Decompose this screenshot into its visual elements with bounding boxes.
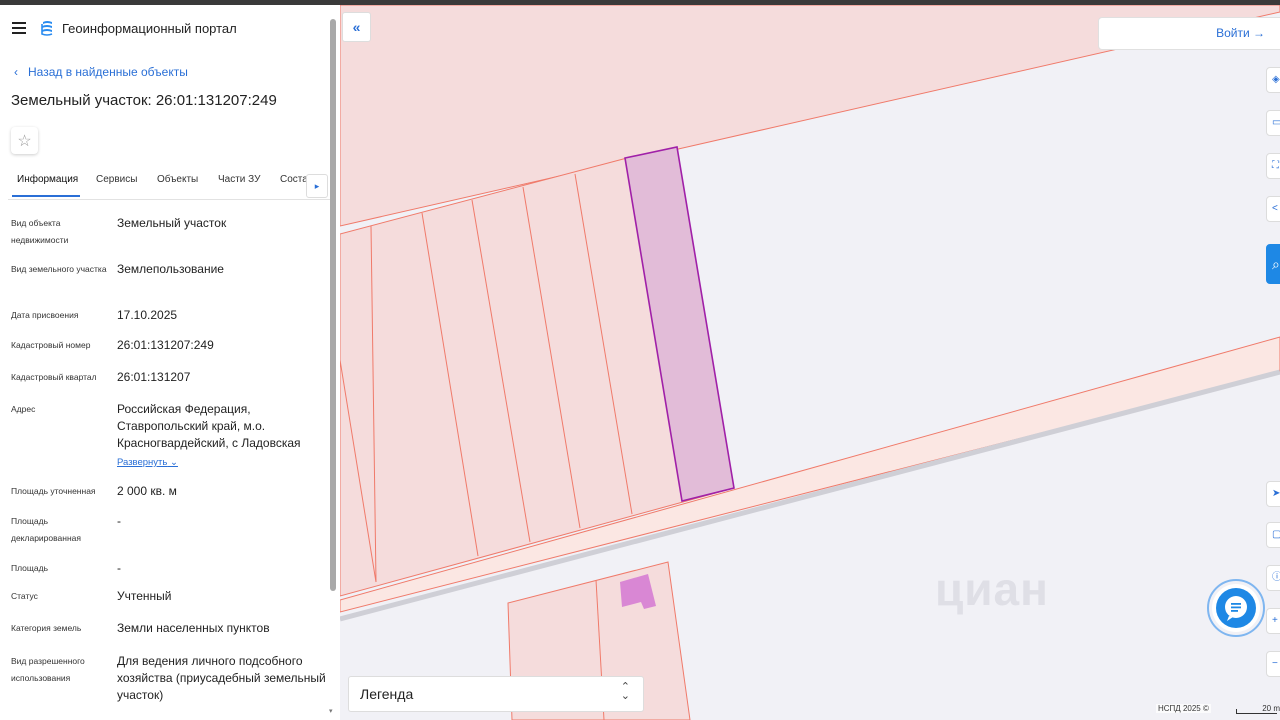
updown-chevron-icon: ⌃ ⌄	[620, 681, 630, 702]
field-label: Площадь уточненная	[11, 486, 96, 496]
field-label: Кадастровый квартал	[11, 372, 97, 382]
login-label: Войти →	[1216, 26, 1265, 40]
field-label: Статус	[11, 591, 38, 601]
field-value: 26:01:131207:249	[117, 338, 214, 352]
cadastral-map	[340, 5, 1280, 720]
map-canvas[interactable]	[340, 5, 1280, 720]
scroll-down-icon[interactable]: ▾	[329, 707, 337, 715]
login-button[interactable]: Войти →	[1098, 17, 1280, 50]
object-title: Земельный участок: 26:01:131207:249	[11, 92, 277, 109]
scale-bar: 20 m	[1236, 704, 1280, 714]
tabs-scroll-right-button[interactable]: ▸	[306, 174, 328, 198]
tab-objects[interactable]: Объекты	[157, 174, 198, 185]
field-label: Площадь	[11, 563, 49, 573]
collapse-panel-button[interactable]: «	[342, 12, 371, 42]
back-link-label: Назад в найденные объекты	[28, 65, 188, 79]
tab-services[interactable]: Сервисы	[96, 174, 137, 185]
search-map-icon[interactable]: ⌕	[1266, 244, 1280, 284]
field-label: Категория земель	[11, 623, 82, 633]
field-label: Адрес	[11, 404, 36, 414]
back-link[interactable]: ‹ Назад в найденные объекты	[14, 65, 188, 79]
field-value: Земельный участок	[117, 216, 227, 230]
field-label: Вид разрешенного использования	[11, 656, 85, 683]
field-label: Вид объекта недвижимости	[11, 218, 69, 245]
field-value: Земли населенных пунктов	[117, 621, 270, 635]
field-value: 26:01:131207	[117, 370, 191, 384]
favorite-star-icon[interactable]: ☆	[11, 127, 38, 154]
legend-label: Легенда	[360, 686, 414, 702]
locate-icon[interactable]: ➤	[1266, 481, 1280, 507]
field-label: Площадь декларированная	[11, 516, 81, 543]
ruler-icon[interactable]: ▭	[1266, 110, 1280, 136]
zoom-in-icon[interactable]: +	[1266, 608, 1280, 634]
info-icon[interactable]: ⓘ	[1266, 565, 1280, 591]
expand-link[interactable]: Развернуть ⌄	[117, 454, 178, 471]
tab-bar: Информация Сервисы Объекты Части ЗУ Сост…	[8, 169, 330, 200]
portal-header: Геоинформационный портал	[12, 18, 237, 38]
portal-title: Геоинформационный портал	[62, 20, 237, 36]
field-label: Кадастровый номер	[11, 340, 91, 350]
field-value-address: Российская Федерация, Ставропольский кра…	[117, 401, 327, 471]
portal-logo-icon	[41, 21, 53, 36]
tab-information[interactable]: Информация	[17, 174, 78, 185]
menu-icon[interactable]	[12, 22, 26, 34]
copyright-label: НСПД 2025 ©	[1156, 704, 1211, 713]
tab-parts[interactable]: Части ЗУ	[218, 174, 260, 185]
address-text: Российская Федерация, Ставропольский кра…	[117, 402, 301, 450]
tab-composition[interactable]: Соста	[280, 174, 308, 185]
legend-dropdown[interactable]: Легенда ⌃ ⌄	[348, 676, 644, 712]
print-icon[interactable]: ▢	[1266, 522, 1280, 548]
field-value: Землепользование	[117, 262, 224, 276]
zoom-out-icon[interactable]: −	[1266, 651, 1280, 677]
scale-bar-line	[1236, 709, 1277, 714]
field-value: 2 000 кв. м	[117, 484, 177, 498]
chevron-down-icon: ⌄	[170, 457, 178, 468]
field-label: Вид земельного участка	[11, 264, 107, 274]
chevron-left-icon: ‹	[14, 65, 18, 79]
cian-watermark: циан	[935, 563, 1049, 615]
panel-scrollbar[interactable]	[330, 19, 336, 591]
field-label: Дата присвоения	[11, 310, 79, 320]
select-area-icon[interactable]: ⛶	[1266, 153, 1280, 179]
layers-icon[interactable]: ◈	[1266, 67, 1280, 93]
expand-link-label: Развернуть	[117, 457, 168, 468]
field-value: -	[117, 514, 121, 528]
field-value: 17.10.2025	[117, 308, 178, 322]
share-icon[interactable]: <	[1266, 196, 1280, 222]
info-panel: Геоинформационный портал ‹ Назад в найде…	[0, 5, 341, 720]
field-value: Для ведения личного подсобного хозяйства…	[117, 654, 326, 702]
field-value: Учтенный	[117, 589, 172, 603]
field-value: -	[117, 561, 121, 575]
chat-button[interactable]	[1206, 578, 1266, 638]
active-tab-indicator	[12, 195, 80, 197]
